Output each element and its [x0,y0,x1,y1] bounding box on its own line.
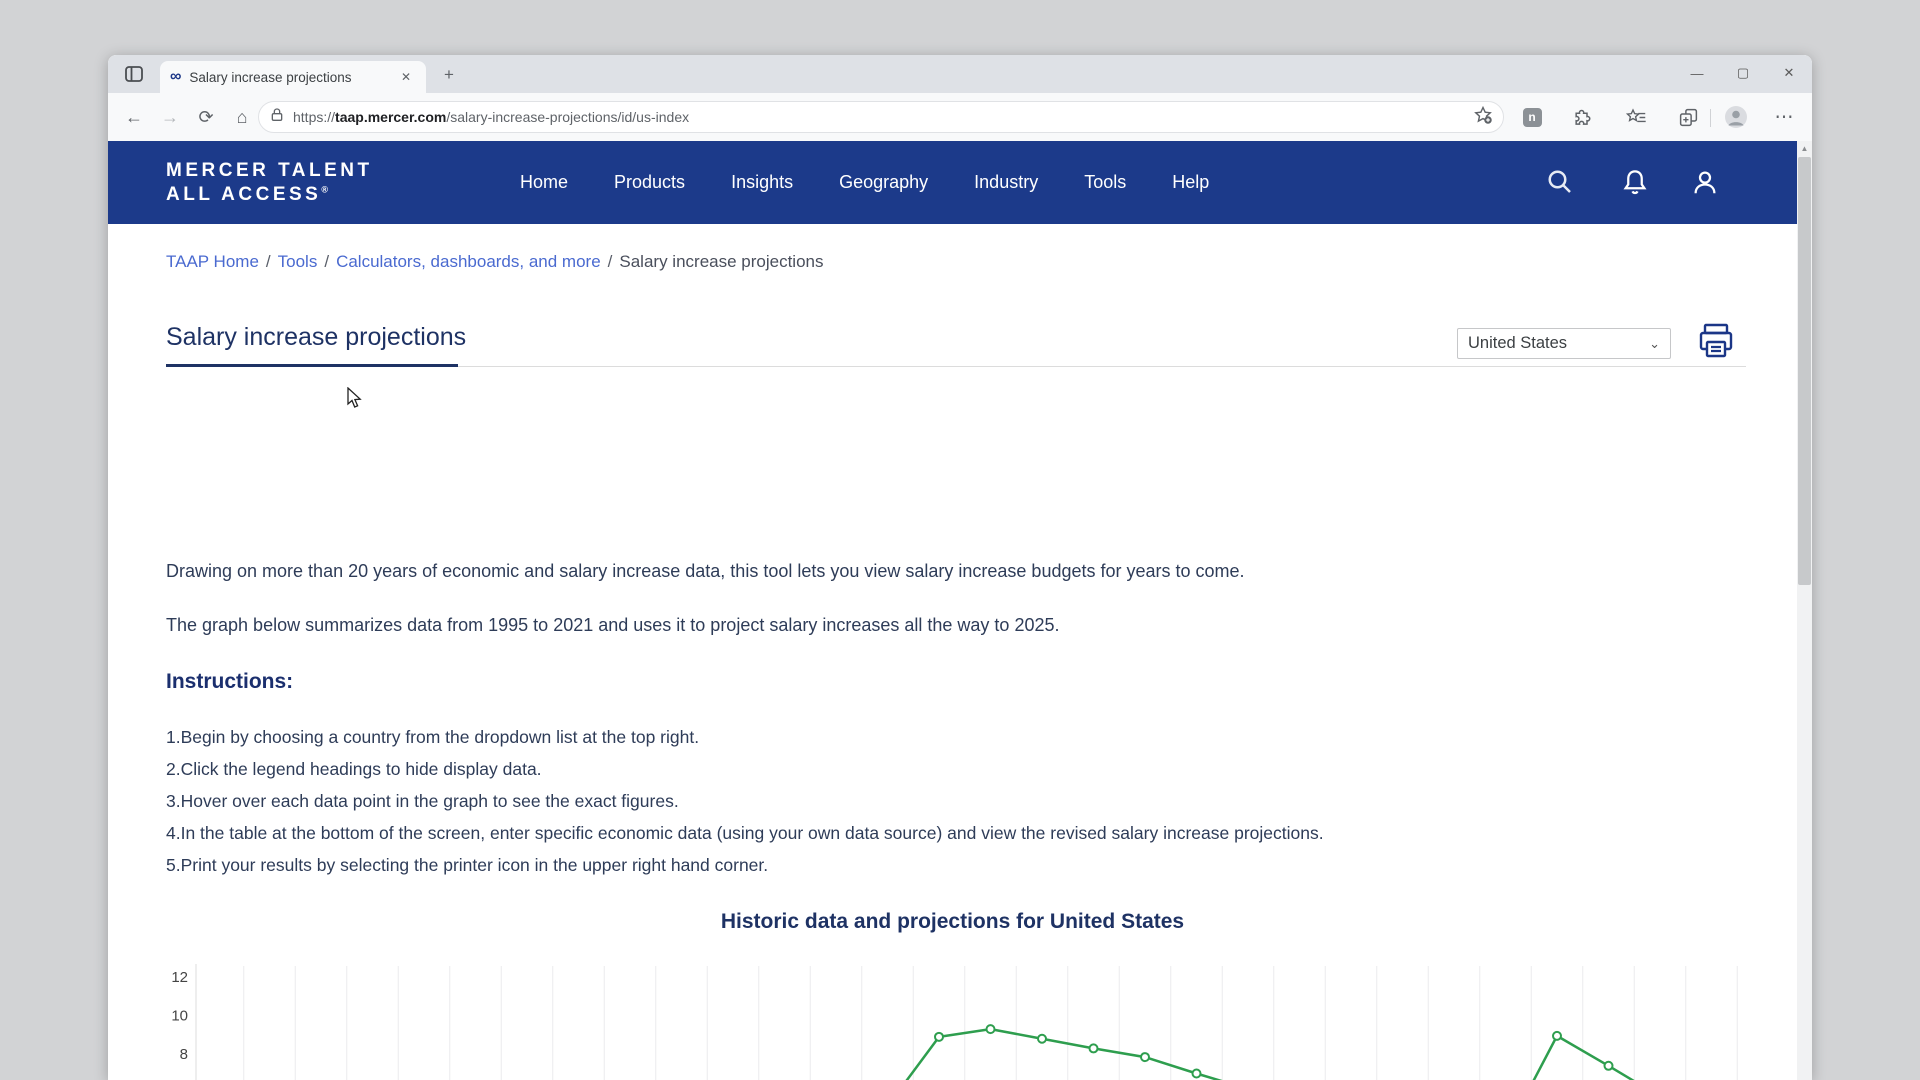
new-tab-button[interactable]: + [438,65,460,85]
instruction-step-5: 5.Print your results by selecting the pr… [166,855,768,876]
browser-tab[interactable]: ∞ Salary increase projections ✕ [160,61,426,93]
instruction-step-2: 2.Click the legend headings to hide disp… [166,759,542,780]
browser-window: ∞ Salary increase projections ✕ + — ▢ ✕ … [108,55,1812,1080]
extensions-icon[interactable] [1570,105,1594,129]
window-close-button[interactable]: ✕ [1766,55,1812,91]
tab-actions-icon[interactable] [122,63,146,85]
tab-title: Salary increase projections [189,70,396,85]
title-underline [166,364,458,367]
intro-paragraph-1: Drawing on more than 20 years of economi… [166,561,1245,582]
search-icon[interactable] [1545,167,1577,199]
instructions-heading: Instructions: [166,670,293,694]
home-button[interactable]: ⌂ [228,103,256,131]
collections-add-star-icon[interactable] [1473,105,1493,130]
account-person-icon[interactable] [1690,167,1722,199]
breadcrumb-taap-home[interactable]: TAAP Home [166,252,259,271]
scrollbar-thumb[interactable] [1798,157,1811,585]
y-tick-label: 12 [171,969,188,986]
y-tick-label: 8 [180,1046,188,1063]
url-text[interactable]: https://taap.mercer.com/salary-increase-… [293,109,1473,125]
scrollbar-up-arrow[interactable]: ▲ [1797,144,1812,153]
reload-button[interactable]: ⟳ [192,103,220,131]
y-tick-label: 10 [171,1008,188,1025]
browser-menu-icon[interactable]: ⋯ [1772,105,1796,129]
notifications-bell-icon[interactable] [1620,167,1652,199]
address-bar[interactable]: https://taap.mercer.com/salary-increase-… [258,101,1504,133]
green-line-point[interactable] [935,1033,943,1041]
tab-strip: ∞ Salary increase projections ✕ + — ▢ ✕ [108,55,1812,93]
menu-item-geography[interactable]: Geography [839,172,928,193]
page-scrollbar[interactable]: ▲ [1797,141,1812,1080]
chart-heading: Historic data and projections for United… [108,910,1797,934]
printer-icon[interactable] [1696,321,1736,361]
menu-item-help[interactable]: Help [1172,172,1209,193]
breadcrumb: TAAP Home/Tools/Calculators, dashboards,… [166,252,824,272]
menu-item-insights[interactable]: Insights [731,172,793,193]
green-line-point[interactable] [1553,1032,1561,1040]
salary-projections-chart[interactable]: 24681012 [164,960,1768,1080]
breadcrumb-calculators[interactable]: Calculators, dashboards, and more [336,252,601,271]
site-menu: Home Products Insights Geography Industr… [520,141,1209,224]
green-line-point[interactable] [1193,1070,1201,1078]
intro-paragraph-2: The graph below summarizes data from 199… [166,615,1060,636]
page-content: TAAP Home/Tools/Calculators, dashboards,… [108,224,1797,1080]
breadcrumb-current: Salary increase projections [619,252,823,271]
breadcrumb-tools[interactable]: Tools [278,252,318,271]
back-button[interactable]: ← [120,103,148,131]
instruction-step-4: 4.In the table at the bottom of the scre… [166,823,1324,844]
forward-button[interactable]: → [156,103,184,131]
window-maximize-button[interactable]: ▢ [1720,55,1766,91]
tab-close-icon[interactable]: ✕ [396,68,416,86]
chevron-down-icon: ⌄ [1649,336,1660,352]
menu-item-industry[interactable]: Industry [974,172,1038,193]
instruction-step-3: 3.Hover over each data point in the grap… [166,791,679,812]
green-line-point[interactable] [1038,1035,1046,1043]
site-navbar: MERCER TALENT ALL ACCESS® Home Products … [108,141,1797,224]
country-dropdown[interactable]: United States ⌄ [1457,328,1671,359]
instruction-step-1: 1.Begin by choosing a country from the d… [166,727,699,748]
profile-avatar[interactable] [1724,105,1748,129]
menu-item-tools[interactable]: Tools [1084,172,1126,193]
extension-n-icon[interactable]: n [1520,105,1544,129]
menu-item-products[interactable]: Products [614,172,685,193]
page-title: Salary increase projections [166,323,466,352]
green-line-point[interactable] [987,1025,995,1033]
lock-icon[interactable] [269,107,285,128]
mercer-taap-logo[interactable]: MERCER TALENT ALL ACCESS® [166,159,373,207]
mercer-favicon-icon: ∞ [170,69,181,85]
green-line-point[interactable] [1141,1053,1149,1061]
toolbar-divider [1710,109,1711,127]
country-dropdown-value: United States [1468,334,1649,353]
menu-item-home[interactable]: Home [520,172,568,193]
green-line-point[interactable] [1090,1044,1098,1052]
window-minimize-button[interactable]: — [1674,55,1720,91]
favorites-list-icon[interactable] [1624,105,1648,129]
browser-toolbar: ← → ⟳ ⌂ https://taap.mercer.com/salary-i… [108,93,1812,142]
green-line-point[interactable] [1605,1062,1613,1070]
collections-icon[interactable] [1676,105,1700,129]
